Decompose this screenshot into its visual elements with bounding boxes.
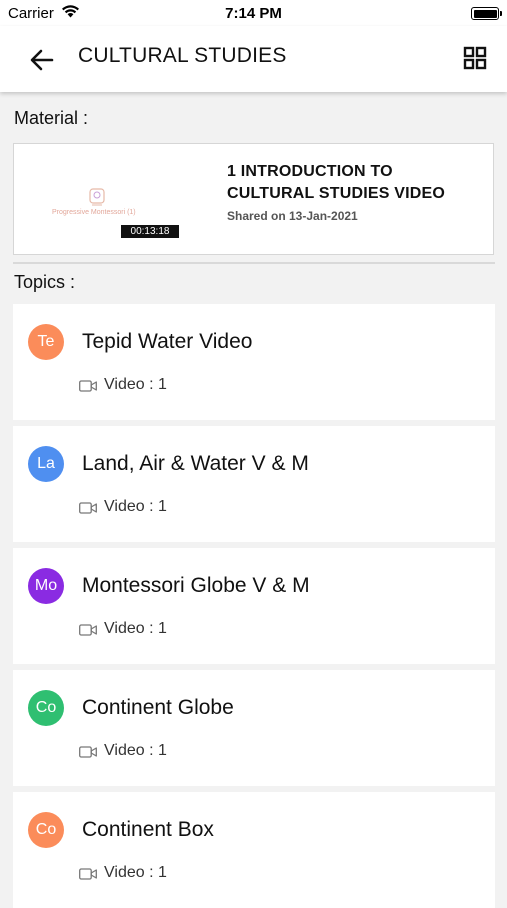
video-count: Video : 1: [104, 376, 167, 393]
topic-avatar: Mo: [28, 568, 64, 604]
video-duration-badge: 00:13:18: [121, 225, 179, 238]
video-camera-icon: [79, 746, 97, 758]
topic-card[interactable]: Mo Montessori Globe V & M Video : 1: [13, 548, 495, 664]
topic-avatar: Co: [28, 690, 64, 726]
section-divider: [13, 262, 495, 264]
thumbnail-caption: Progressive Montessori (1): [52, 209, 136, 216]
battery-icon: [471, 7, 502, 20]
topic-name: Land, Air & Water V & M: [82, 452, 309, 475]
topic-name: Continent Globe: [82, 696, 234, 719]
video-camera-icon: [79, 502, 97, 514]
topic-card[interactable]: La Land, Air & Water V & M Video : 1: [13, 426, 495, 542]
video-camera-icon: [79, 868, 97, 880]
topic-card[interactable]: Co Continent Globe Video : 1: [13, 670, 495, 786]
grid-icon[interactable]: [463, 46, 487, 70]
video-count: Video : 1: [104, 498, 167, 515]
status-bar: Carrier 7:14 PM: [0, 0, 507, 26]
back-arrow-icon[interactable]: [26, 44, 58, 76]
clock: 7:14 PM: [225, 5, 282, 22]
video-camera-icon: [79, 624, 97, 636]
video-thumbnail[interactable]: Progressive Montessori (1) 00:13:18: [42, 176, 192, 238]
school-logo-icon: [89, 188, 105, 206]
topic-card[interactable]: Co Continent Box Video : 1: [13, 792, 495, 908]
topic-name: Montessori Globe V & M: [82, 574, 310, 597]
video-count: Video : 1: [104, 864, 167, 881]
topic-avatar: Co: [28, 812, 64, 848]
topic-avatar: La: [28, 446, 64, 482]
page-title: CULTURAL STUDIES: [78, 44, 287, 67]
topic-card[interactable]: Te Tepid Water Video Video : 1: [13, 304, 495, 420]
app-header: CULTURAL STUDIES: [0, 26, 507, 92]
topic-avatar: Te: [28, 324, 64, 360]
topics-section-label: Topics :: [14, 272, 76, 292]
video-count: Video : 1: [104, 620, 167, 637]
material-card[interactable]: Progressive Montessori (1) 00:13:18 1 IN…: [13, 143, 494, 255]
video-count: Video : 1: [104, 742, 167, 759]
material-section-label: Material :: [14, 108, 89, 128]
material-title: 1 INTRODUCTION TO CULTURAL STUDIES VIDEO: [227, 163, 446, 202]
material-shared-date: Shared on 13-Jan-2021: [227, 209, 358, 223]
video-camera-icon: [79, 380, 97, 392]
topic-name: Continent Box: [82, 818, 214, 841]
topic-name: Tepid Water Video: [82, 330, 253, 353]
